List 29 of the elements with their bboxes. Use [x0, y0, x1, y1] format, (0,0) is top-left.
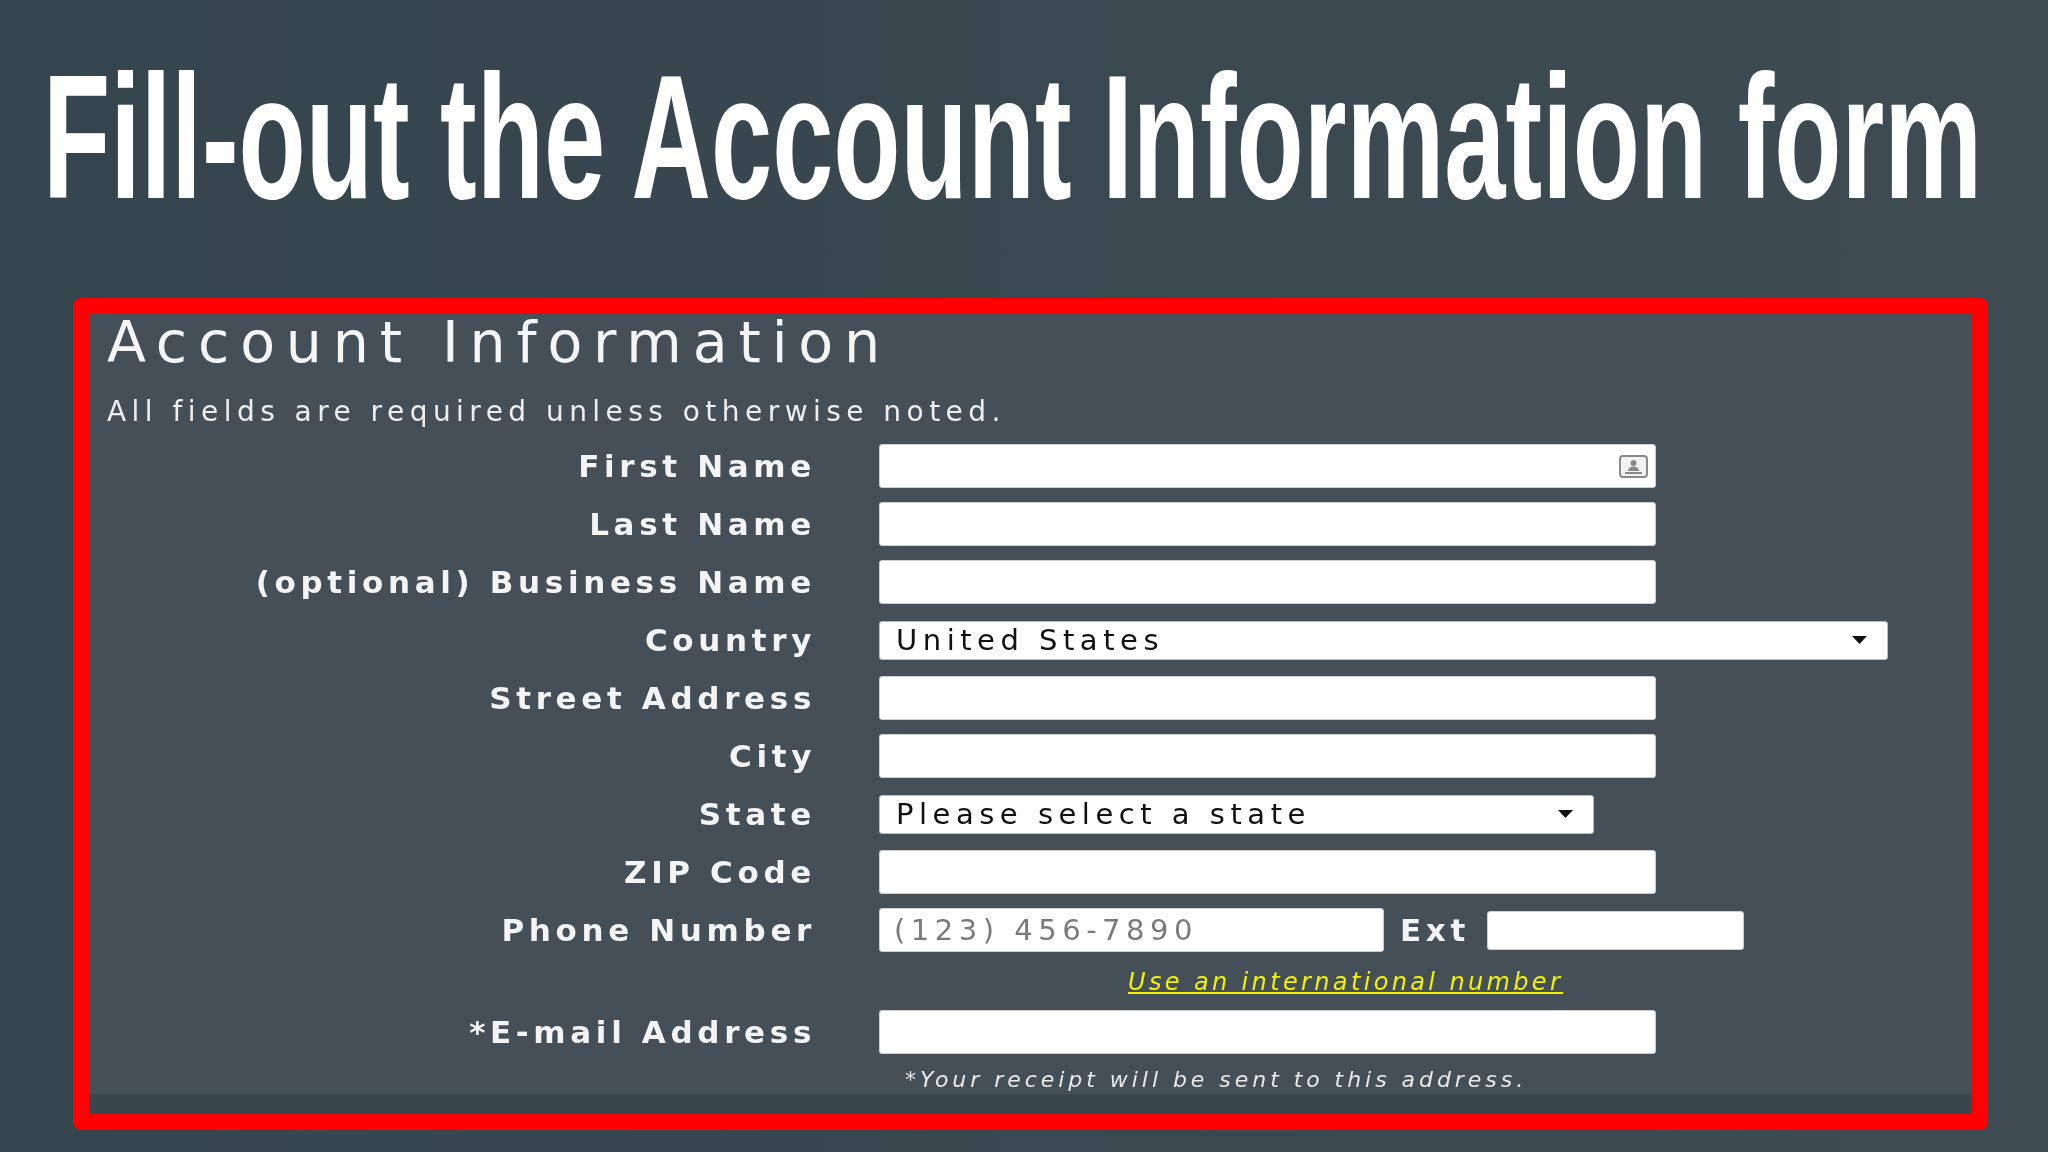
field-label: Last Name — [589, 508, 816, 540]
email-hint: *Your receipt will be sent to this address. — [905, 1069, 1528, 1091]
text-field[interactable] — [879, 444, 1656, 488]
text-field[interactable] — [879, 502, 1656, 546]
field-label: Phone Number — [501, 914, 816, 946]
text-field[interactable] — [879, 850, 1656, 894]
caret-icon — [1852, 636, 1867, 644]
text-field[interactable] — [879, 1010, 1656, 1054]
field-label: (optional) Business Name — [255, 566, 816, 598]
dropdown[interactable]: United States — [879, 620, 1888, 660]
slide-title: Fill-out the Account Information form — [43, 49, 1983, 225]
form-note: All fields are required unless otherwise noted. — [107, 395, 1006, 429]
dropdown[interactable]: Please select a state — [879, 794, 1594, 834]
ext-field[interactable] — [1486, 910, 1744, 950]
field-label: Street Address — [489, 682, 816, 714]
caret-icon — [1558, 810, 1573, 818]
ext-label: Ext — [1400, 914, 1470, 946]
text-field[interactable] — [879, 734, 1656, 778]
phone-field[interactable]: (123) 456-7890 — [879, 908, 1384, 952]
form-heading: Account Information — [107, 314, 891, 371]
field-label: *E-mail Address — [469, 1016, 816, 1048]
international-number-link[interactable]: Use an international number — [1128, 969, 1564, 994]
text-field[interactable] — [879, 676, 1656, 720]
text-field[interactable] — [879, 560, 1656, 604]
field-label: Country — [644, 624, 816, 656]
field-label: First Name — [578, 450, 816, 482]
field-label: State — [698, 798, 816, 830]
field-label: ZIP Code — [624, 856, 816, 888]
field-label: City — [729, 740, 816, 772]
